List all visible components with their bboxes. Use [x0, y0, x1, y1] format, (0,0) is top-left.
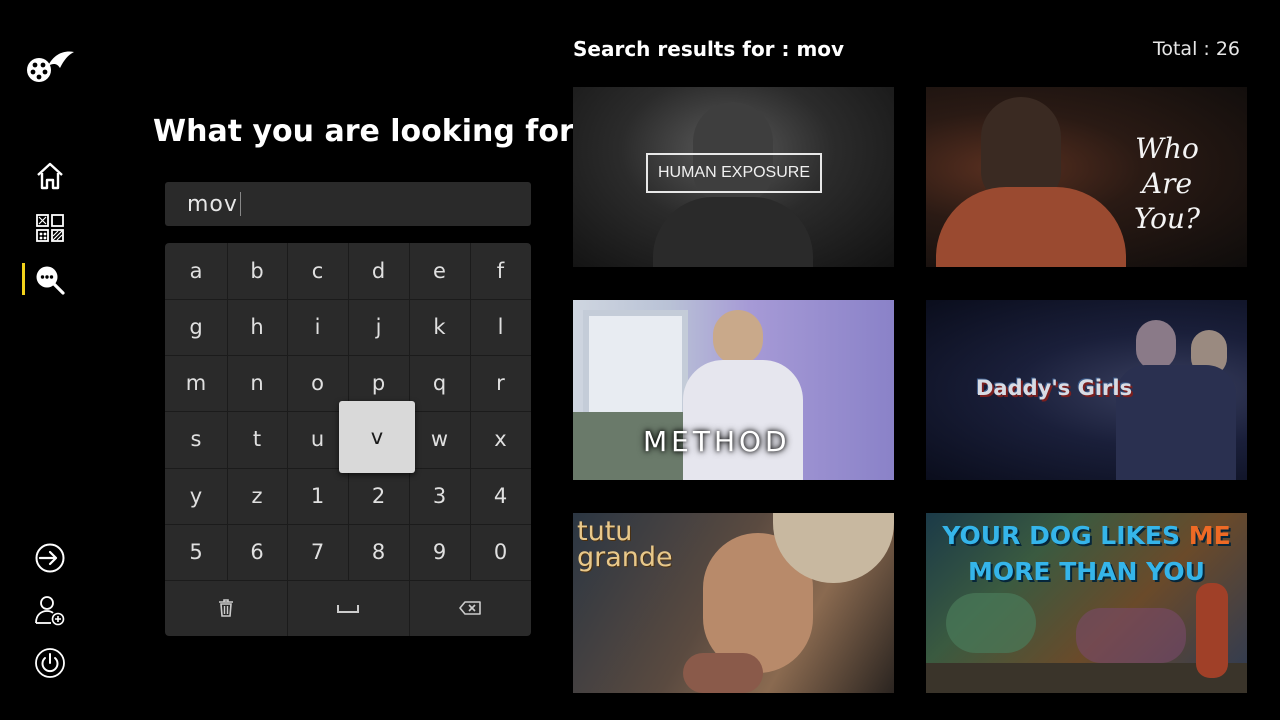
tile-figure-head [713, 310, 763, 365]
search-chat-icon[interactable] [33, 263, 67, 297]
tile-title-art-line-2: MORE THAN YOU [968, 557, 1205, 586]
tile-title-art-part: YOUR DOG LIKES [942, 521, 1189, 550]
key-a[interactable]: a [165, 243, 227, 299]
tile-figure-body [683, 360, 803, 480]
backspace-icon [459, 601, 481, 615]
key-j[interactable]: j [348, 299, 409, 355]
key-0[interactable]: 0 [470, 524, 531, 580]
clear-key[interactable] [165, 580, 287, 636]
tile-title-art: Daddy's Girls [976, 376, 1133, 400]
tile-figure-body [1116, 365, 1236, 480]
tile-title-art: Who Are You? [1112, 131, 1222, 236]
space-bar-icon [337, 605, 359, 613]
tile-hand [683, 653, 763, 693]
result-tile-human-exposure[interactable]: HUMAN EXPOSURE [573, 87, 894, 267]
key-q[interactable]: q [409, 355, 470, 411]
keyboard-grid-line [287, 580, 288, 636]
add-user-icon[interactable] [33, 593, 67, 627]
text-cursor [239, 192, 241, 216]
tile-figure-shoulders [653, 197, 813, 267]
home-icon[interactable] [33, 159, 67, 193]
key-6[interactable]: 6 [227, 524, 287, 580]
key-5[interactable]: 5 [165, 524, 227, 580]
search-heading: What you are looking for? [153, 114, 592, 149]
trash-icon [219, 599, 233, 617]
login-icon[interactable] [33, 541, 67, 575]
tile-title-art: HUMAN EXPOSURE [646, 153, 822, 193]
key-v[interactable]: v [339, 401, 415, 473]
result-tile-tutu-grande[interactable]: tutu grande [573, 513, 894, 693]
tile-figure-head [1136, 320, 1176, 370]
power-icon[interactable] [33, 646, 67, 680]
tile-title-art-line: grande [577, 541, 673, 573]
tile-graffiti [1076, 608, 1186, 663]
result-tile-your-dog-likes-me[interactable]: YOUR DOG LIKES ME MORE THAN YOU [926, 513, 1247, 693]
results-title: Search results for : mov [573, 37, 845, 61]
key-h[interactable]: h [227, 299, 287, 355]
result-tile-daddys-girls[interactable]: Daddy's Girls [926, 300, 1247, 480]
tile-title-art: tutu grande [577, 516, 673, 573]
tile-title-art: METHOD [643, 425, 791, 458]
keyboard-grid-line [409, 580, 410, 636]
tile-graffiti [946, 593, 1036, 653]
sidebar [0, 0, 100, 720]
key-e[interactable]: e [409, 243, 470, 299]
tile-title-art-line: Who Are [1135, 132, 1199, 200]
key-1[interactable]: 1 [287, 468, 348, 524]
tile-figure [1196, 583, 1228, 678]
key-b[interactable]: b [227, 243, 287, 299]
tile-figure-shoulders [936, 187, 1126, 267]
tile-title-art-line-1: YOUR DOG LIKES ME [926, 521, 1247, 550]
key-2[interactable]: 2 [348, 468, 409, 524]
search-input[interactable]: mov [165, 182, 531, 226]
key-z[interactable]: z [227, 468, 287, 524]
key-t[interactable]: t [227, 411, 287, 467]
result-tile-method[interactable]: METHOD [573, 300, 894, 480]
backspace-key[interactable] [409, 580, 531, 636]
key-w[interactable]: w [409, 411, 470, 467]
on-screen-keyboard: abcdefghijklmnopqrstuvwxyz1234567890 [165, 243, 531, 636]
result-tile-who-are-you[interactable]: Who Are You? [926, 87, 1247, 267]
key-r[interactable]: r [470, 355, 531, 411]
key-i[interactable]: i [287, 299, 348, 355]
active-nav-indicator [22, 263, 25, 295]
key-c[interactable]: c [287, 243, 348, 299]
key-k[interactable]: k [409, 299, 470, 355]
key-y[interactable]: y [165, 468, 227, 524]
key-n[interactable]: n [227, 355, 287, 411]
key-l[interactable]: l [470, 299, 531, 355]
results-total-count: Total : 26 [1152, 38, 1240, 60]
key-d[interactable]: d [348, 243, 409, 299]
key-f[interactable]: f [470, 243, 531, 299]
key-7[interactable]: 7 [287, 524, 348, 580]
grid-icon[interactable] [33, 211, 67, 245]
film-reel-logo-icon[interactable] [24, 46, 76, 86]
space-key[interactable] [287, 580, 409, 636]
key-g[interactable]: g [165, 299, 227, 355]
tile-title-art-line: tutu [577, 516, 633, 547]
key-s[interactable]: s [165, 411, 227, 467]
key-9[interactable]: 9 [409, 524, 470, 580]
key-m[interactable]: m [165, 355, 227, 411]
tile-title-art-highlight: ME [1188, 521, 1231, 550]
keyboard-grid-line [165, 580, 531, 581]
tile-title-art-line: You? [1134, 202, 1200, 235]
key-8[interactable]: 8 [348, 524, 409, 580]
key-4[interactable]: 4 [470, 468, 531, 524]
key-3[interactable]: 3 [409, 468, 470, 524]
search-query-text: mov [187, 191, 238, 217]
key-x[interactable]: x [470, 411, 531, 467]
